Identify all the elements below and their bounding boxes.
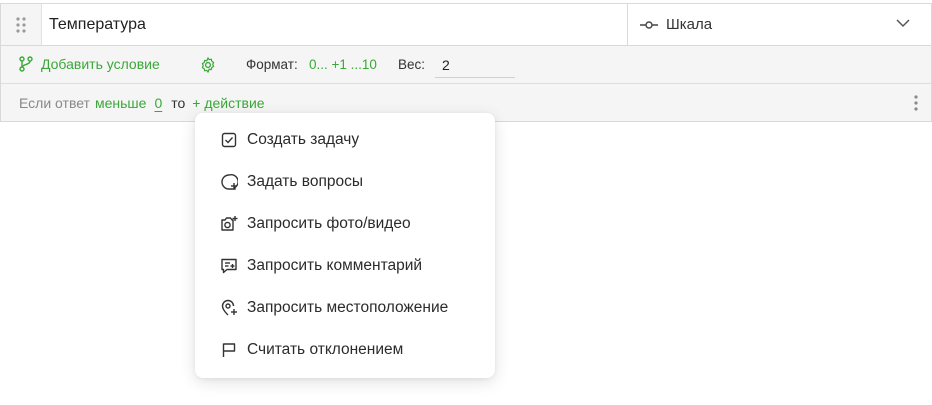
- question-header: Температура Шкала: [1, 4, 931, 46]
- question-type-label: Шкала: [666, 16, 713, 33]
- menu-item-label: Запросить фото/видео: [247, 215, 411, 232]
- add-action-link[interactable]: + действие: [192, 95, 264, 111]
- condition-operator-link[interactable]: меньше: [95, 95, 146, 111]
- add-condition-button[interactable]: Добавить условие: [19, 56, 160, 72]
- flag-icon: [220, 341, 238, 359]
- more-options-button[interactable]: [913, 94, 919, 115]
- gear-icon: [201, 57, 215, 73]
- menu-item-label: Задать вопросы: [247, 173, 363, 190]
- weight-label: Вес:: [398, 57, 426, 72]
- menu-item-mark-deviation[interactable]: Считать отклонением: [195, 329, 495, 371]
- format-value-link[interactable]: 0... +1 ...10: [309, 57, 377, 72]
- menu-item-label: Запросить местоположение: [247, 299, 449, 316]
- condition-prefix: Если ответ: [19, 95, 90, 111]
- weight-input[interactable]: 2: [435, 53, 515, 78]
- menu-item-request-location[interactable]: Запросить местоположение: [195, 287, 495, 329]
- checkbox-icon: [220, 131, 238, 149]
- menu-item-create-task[interactable]: Создать задачу: [195, 119, 495, 161]
- question-title-input[interactable]: Температура: [49, 4, 146, 45]
- scale-icon: [640, 20, 658, 29]
- chevron-down-icon: [896, 19, 910, 28]
- action-dropdown-menu: Создать задачу Задать вопросы Запросить …: [195, 113, 495, 378]
- question-type-select[interactable]: Шкала: [627, 4, 931, 45]
- camera-plus-icon: [220, 215, 238, 233]
- branch-icon: [19, 56, 33, 72]
- add-condition-label: Добавить условие: [41, 56, 160, 72]
- question-toolbar: Добавить условие Формат: 0... +1 ...10 В…: [1, 46, 931, 84]
- menu-item-request-comment[interactable]: Запросить комментарий: [195, 245, 495, 287]
- menu-item-ask-questions[interactable]: Задать вопросы: [195, 161, 495, 203]
- drag-dots-icon: [16, 16, 26, 33]
- menu-item-label: Считать отклонением: [247, 341, 404, 358]
- settings-button[interactable]: [199, 56, 217, 77]
- menu-item-label: Создать задачу: [247, 131, 360, 148]
- question-card: Температура Шкала Добавить условие Форма…: [0, 3, 932, 122]
- condition-then: то: [171, 95, 186, 111]
- format-label: Формат:: [246, 57, 298, 72]
- condition-sentence: Если ответ меньше 0 то + действие: [19, 95, 265, 111]
- menu-item-request-photo[interactable]: Запросить фото/видео: [195, 203, 495, 245]
- chat-plus-icon: [220, 173, 238, 191]
- kebab-menu-icon: [914, 95, 918, 111]
- comment-plus-icon: [220, 257, 238, 275]
- drag-handle[interactable]: [1, 4, 42, 45]
- location-plus-icon: [220, 299, 238, 317]
- menu-item-label: Запросить комментарий: [247, 257, 423, 274]
- condition-value-link[interactable]: 0: [154, 95, 162, 111]
